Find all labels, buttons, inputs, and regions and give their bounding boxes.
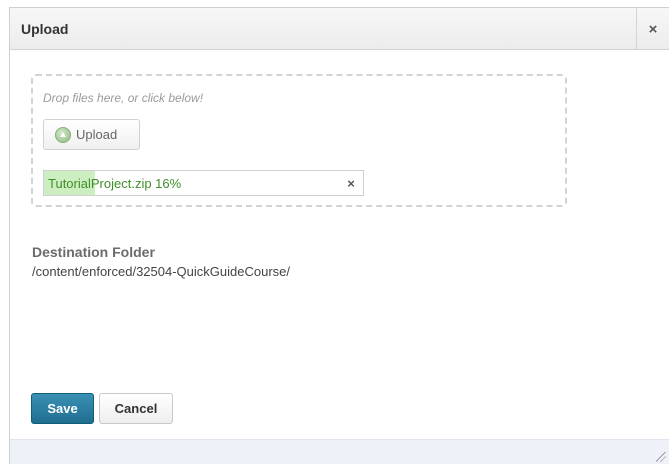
- destination-folder-label: Destination Folder: [32, 244, 155, 260]
- upload-button-label: Upload: [76, 127, 118, 142]
- drop-hint-text: Drop files here, or click below!: [43, 91, 204, 105]
- file-name-progress: TutorialProject.zip 16%: [48, 176, 182, 191]
- resize-grip-icon[interactable]: [656, 452, 666, 462]
- dialog-title: Upload: [21, 21, 69, 37]
- remove-file-button[interactable]: ×: [343, 175, 359, 191]
- cancel-button[interactable]: Cancel: [99, 393, 173, 424]
- destination-folder-path: /content/enforced/32504-QuickGuideCourse…: [32, 264, 290, 279]
- upload-dialog: Upload × Drop files here, or click below…: [9, 7, 669, 464]
- file-upload-item: TutorialProject.zip 16% ×: [43, 170, 364, 196]
- file-dropzone[interactable]: Drop files here, or click below! Upload …: [31, 74, 567, 207]
- dialog-header: Upload ×: [10, 8, 669, 50]
- remove-icon: ×: [347, 175, 355, 191]
- save-button[interactable]: Save: [31, 393, 94, 424]
- close-icon: ×: [648, 20, 658, 38]
- close-button[interactable]: ×: [636, 8, 669, 50]
- upload-button[interactable]: Upload: [43, 119, 140, 150]
- upload-circle-icon: [55, 126, 71, 143]
- dialog-footer: [10, 439, 669, 464]
